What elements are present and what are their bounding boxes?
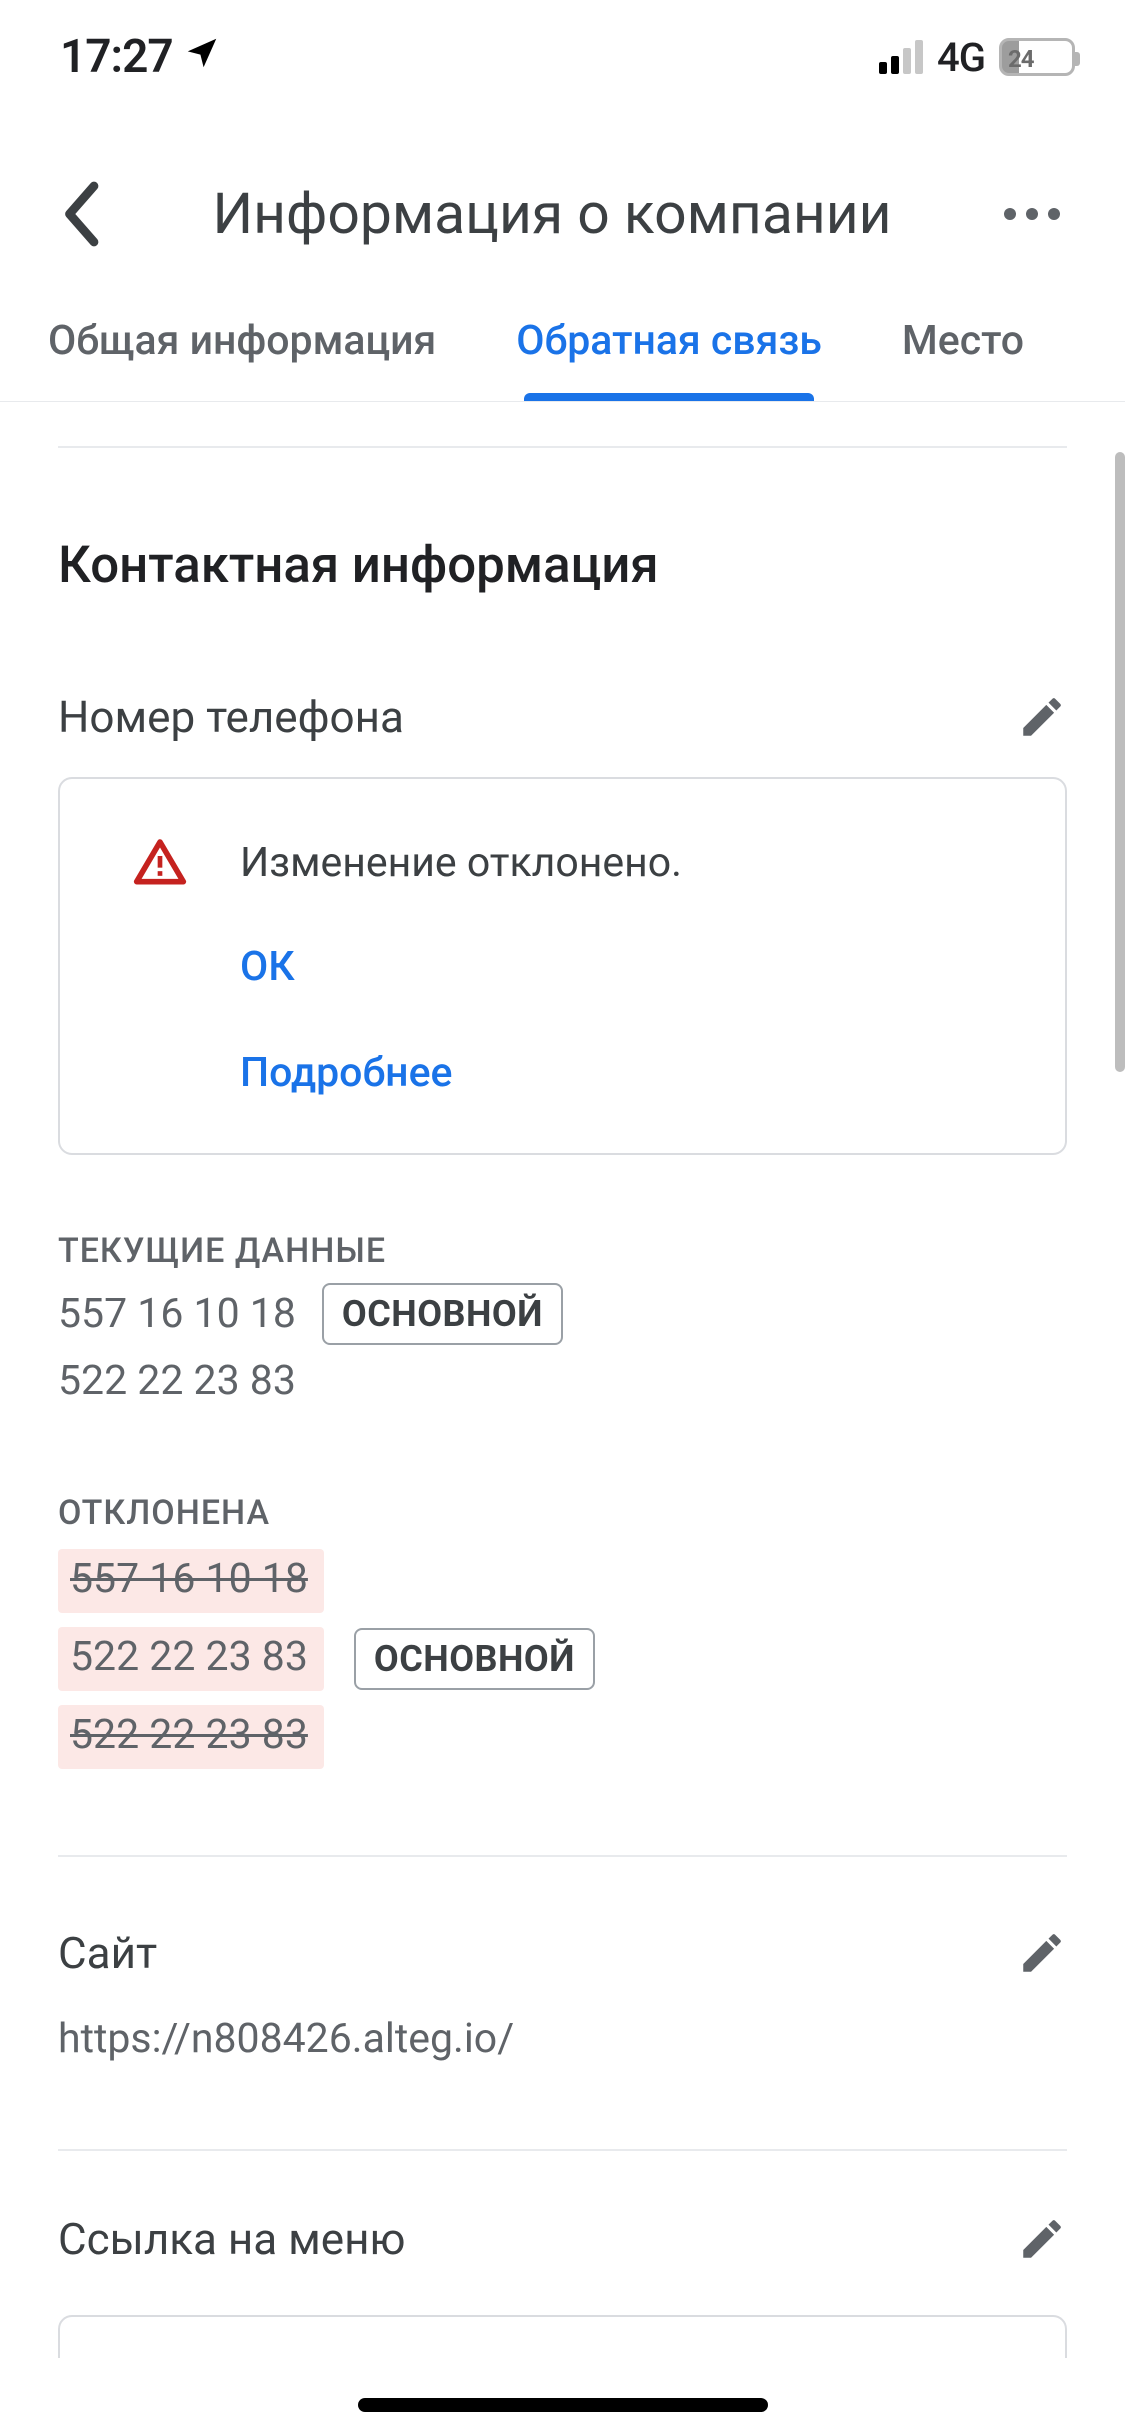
chevron-left-icon (58, 179, 102, 249)
tab-active-indicator (524, 393, 814, 402)
home-indicator[interactable] (358, 2398, 768, 2412)
back-button[interactable] (50, 184, 110, 244)
current-phone-row-1: 557 16 10 18 ОСНОВНОЙ (58, 1283, 1067, 1345)
rejected-data-label: ОТКЛОНЕНА (58, 1493, 1067, 1533)
alert-actions: ОК Подробнее (100, 943, 1025, 1097)
pencil-icon (1017, 2214, 1067, 2264)
alert-message: Изменение отклонено. (240, 839, 682, 887)
tab-general-info[interactable]: Общая информация (48, 317, 436, 401)
dot-icon (1026, 208, 1038, 220)
primary-badge: ОСНОВНОЙ (322, 1283, 563, 1345)
phone-label: Номер телефона (58, 691, 404, 743)
rejected-phone: 522 22 23 83 (58, 1627, 324, 1691)
status-left: 17:27 (60, 30, 221, 84)
tab-label: Обратная связь (516, 317, 822, 365)
battery-icon: 24 (999, 38, 1075, 76)
alert-header: Изменение отклонено. (100, 835, 1025, 891)
site-field-row: Сайт (58, 1857, 1067, 2007)
status-bar: 17:27 4G 24 (0, 0, 1125, 84)
tab-label: Место (902, 317, 1024, 365)
tabs: Общая информация Обратная связь Место (0, 297, 1125, 402)
rejected-row: 522 22 23 83 ОСНОВНОЙ (58, 1627, 595, 1691)
tab-label: Общая информация (48, 317, 436, 365)
warning-icon (132, 835, 188, 891)
rejected-row: 557 16 10 18 (58, 1549, 324, 1613)
primary-badge: ОСНОВНОЙ (354, 1628, 595, 1690)
rejected-row: 522 22 23 83 (58, 1705, 324, 1769)
site-url: https://n808426.alteg.io/ (58, 2015, 1067, 2063)
phone-number: 522 22 23 83 (58, 1357, 296, 1405)
current-phone-row-2: 522 22 23 83 (58, 1357, 1067, 1405)
menu-link-label: Ссылка на меню (58, 2213, 405, 2265)
section-title-contact: Контактная информация (58, 448, 1067, 595)
network-label: 4G (937, 34, 985, 81)
edit-phone-button[interactable] (1017, 692, 1067, 742)
rejection-alert-card: Изменение отклонено. ОК Подробнее (58, 777, 1067, 1155)
phone-field-row: Номер телефона (58, 595, 1067, 777)
dot-icon (1004, 208, 1016, 220)
pencil-icon (1017, 692, 1067, 742)
page-title: Информация о компании (212, 180, 891, 247)
alert-ok-button[interactable]: ОК (240, 943, 1025, 991)
scrollbar[interactable] (1115, 452, 1125, 1072)
cellular-signal-icon (879, 40, 923, 74)
site-label: Сайт (58, 1927, 157, 1979)
status-time: 17:27 (60, 30, 173, 84)
edit-site-button[interactable] (1017, 1928, 1067, 1978)
tab-location[interactable]: Место (902, 317, 1024, 401)
edit-menu-button[interactable] (1017, 2214, 1067, 2264)
dot-icon (1048, 208, 1060, 220)
info-card: i Мы обновили данные о сайте вашей (58, 2315, 1067, 2358)
battery-percent: 24 (1008, 45, 1034, 73)
content-area[interactable]: Контактная информация Номер телефона Изм… (0, 402, 1125, 2358)
tab-feedback[interactable]: Обратная связь (516, 317, 822, 401)
status-right: 4G 24 (879, 34, 1075, 81)
more-options-button[interactable] (994, 198, 1070, 230)
alert-more-button[interactable]: Подробнее (240, 1049, 1025, 1097)
rejected-list: 557 16 10 18 522 22 23 83 ОСНОВНОЙ 522 2… (58, 1549, 1067, 1769)
rejected-phone: 557 16 10 18 (58, 1549, 324, 1613)
location-icon (183, 30, 221, 84)
pencil-icon (1017, 1928, 1067, 1978)
rejected-phone: 522 22 23 83 (58, 1705, 324, 1769)
current-data-label: ТЕКУЩИЕ ДАННЫЕ (58, 1231, 1067, 1271)
menu-field-row: Ссылка на меню (58, 2151, 1067, 2305)
phone-number: 557 16 10 18 (58, 1290, 296, 1338)
app-header: Информация о компании (0, 84, 1125, 297)
